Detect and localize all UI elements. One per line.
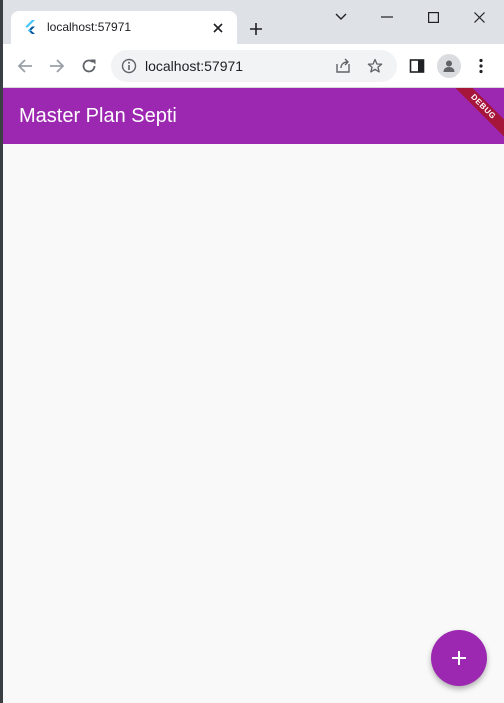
close-icon: [213, 23, 223, 33]
maximize-icon: [427, 11, 439, 23]
close-window-button[interactable]: [459, 4, 499, 30]
add-icon: [452, 651, 466, 665]
avatar-icon: [443, 60, 455, 72]
profile-button[interactable]: [437, 54, 461, 78]
tab-title: localhost:57971: [47, 20, 132, 34]
address-bar[interactable]: localhost:57971: [111, 50, 397, 82]
add-button[interactable]: [431, 630, 487, 686]
browser-window: localhost:57971 localhost:57971 Master P…: [3, 0, 504, 703]
reload-icon: [82, 59, 96, 73]
share-icon: [336, 58, 350, 73]
page-body: [3, 144, 504, 703]
minimize-button[interactable]: [367, 4, 407, 30]
browser-toolbar: localhost:57971: [3, 44, 504, 88]
side-panel-button[interactable]: [403, 52, 431, 80]
bookmark-button[interactable]: [365, 56, 385, 76]
url-text[interactable]: localhost:57971: [145, 58, 243, 74]
app-bar: Master Plan Septi DEBUG: [3, 88, 504, 144]
tab-strip: localhost:57971: [3, 0, 504, 44]
new-tab-button[interactable]: [243, 16, 269, 42]
debug-banner: DEBUG: [444, 88, 504, 144]
reload-button[interactable]: [75, 52, 103, 80]
close-tab-button[interactable]: [209, 19, 227, 37]
minimize-icon: [381, 16, 393, 18]
side-panel-icon: [409, 59, 425, 73]
tab-search-button[interactable]: [321, 4, 361, 30]
page-title: Master Plan Septi: [19, 105, 177, 127]
close-icon: [473, 11, 485, 23]
browser-tab[interactable]: localhost:57971: [11, 11, 237, 44]
maximize-button[interactable]: [413, 4, 453, 30]
arrow-right-icon: [50, 59, 65, 73]
menu-button[interactable]: [467, 52, 495, 80]
back-button[interactable]: [11, 52, 39, 80]
kebab-menu-icon: [479, 58, 483, 74]
share-button[interactable]: [333, 56, 353, 76]
forward-button[interactable]: [43, 52, 71, 80]
info-icon[interactable]: [121, 58, 137, 74]
arrow-left-icon: [17, 59, 32, 73]
flutter-icon: [25, 20, 35, 34]
chevron-down-icon: [335, 13, 347, 20]
plus-icon: [250, 23, 262, 35]
star-icon: [367, 58, 383, 73]
